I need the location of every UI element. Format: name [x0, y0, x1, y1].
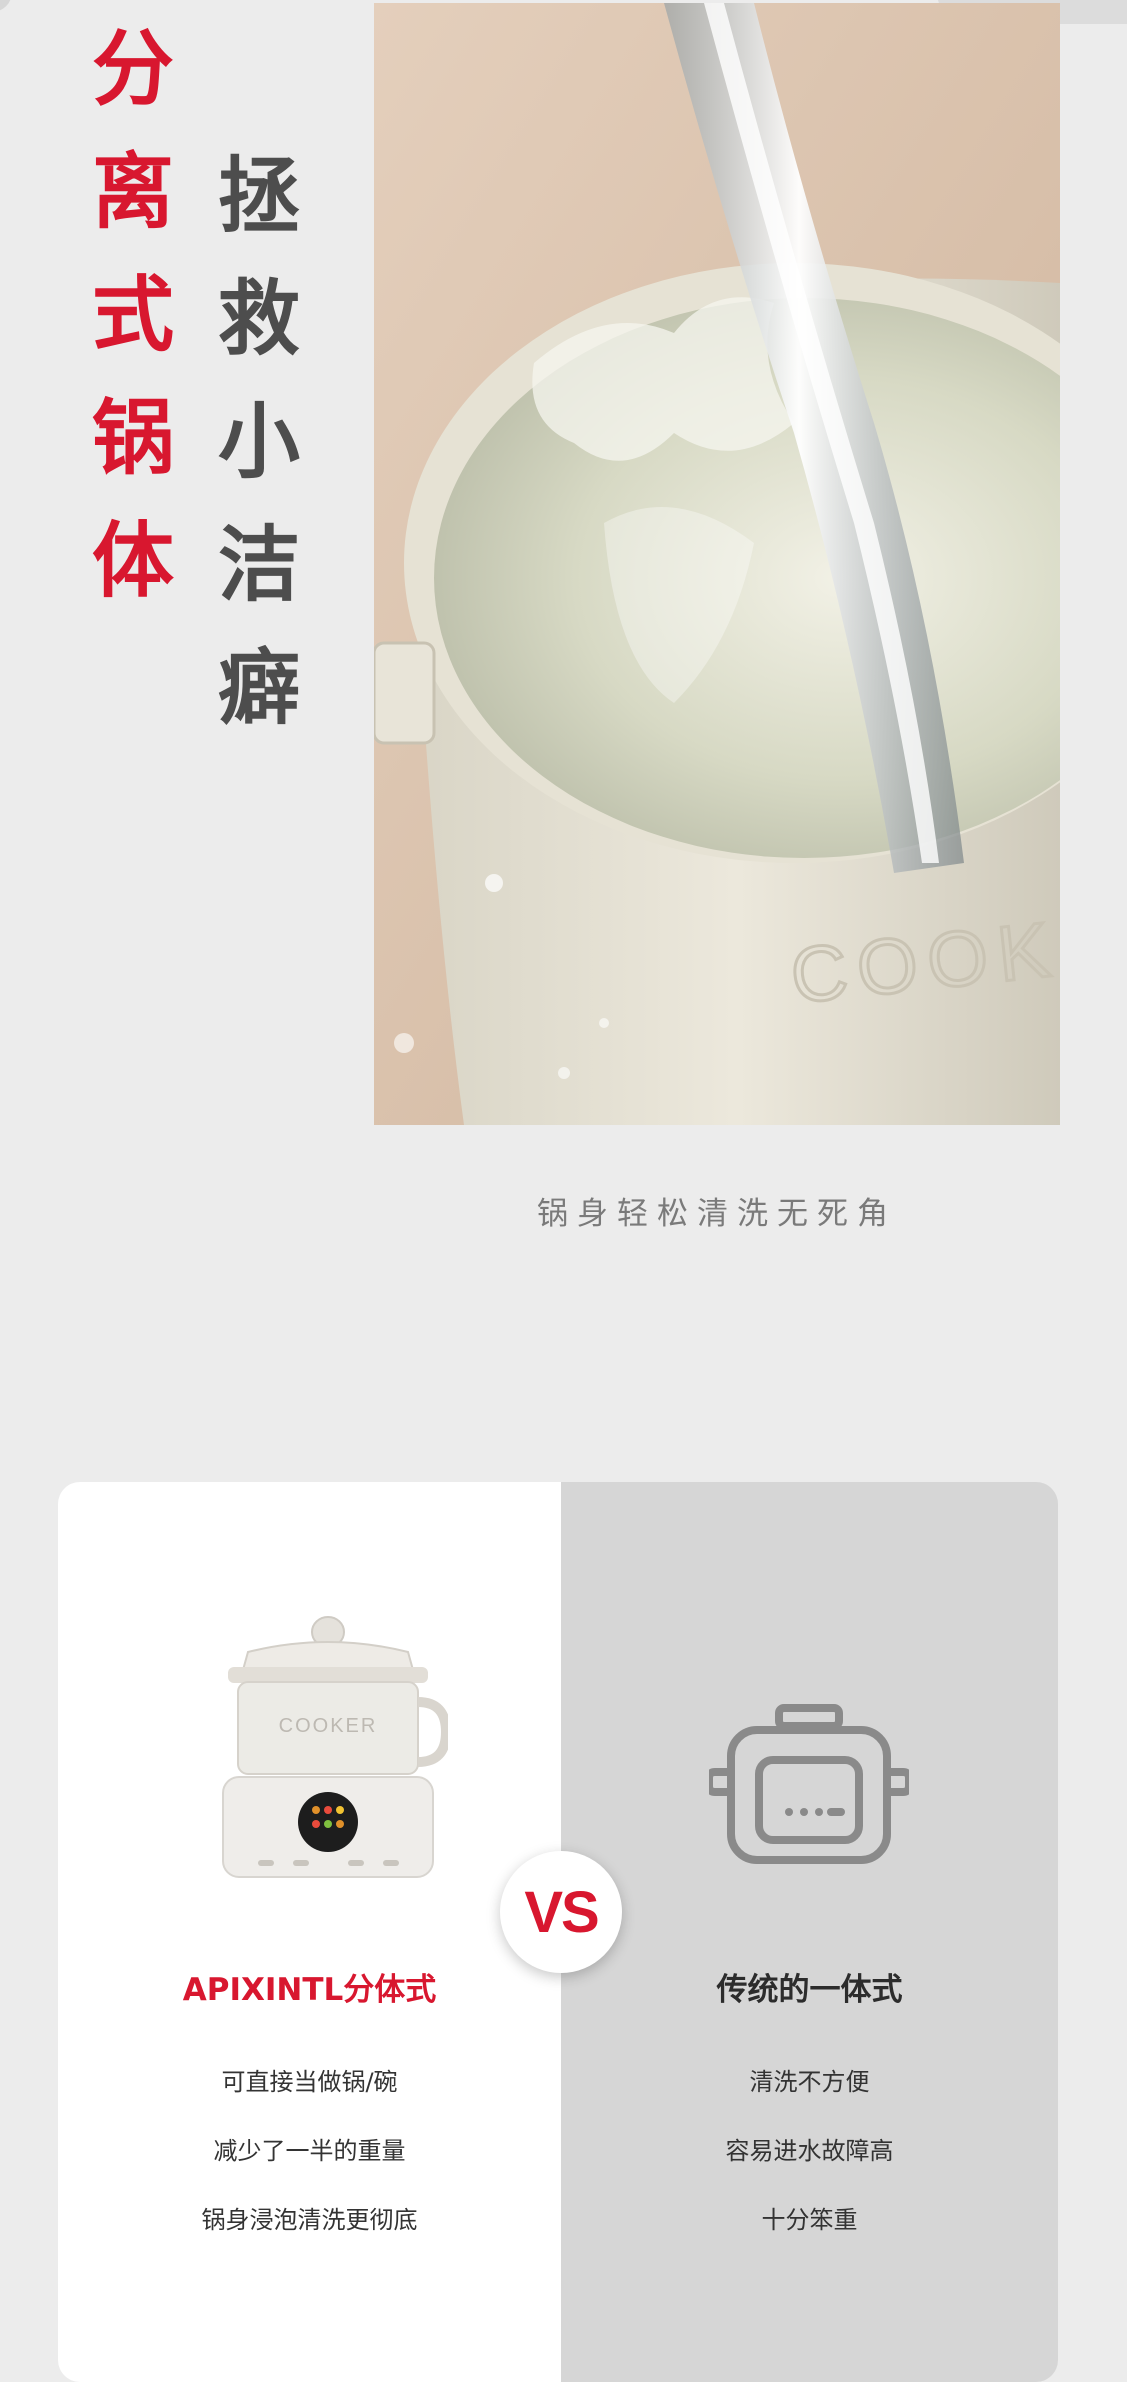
- product-photo: COOKS: [374, 3, 1060, 1125]
- vs-badge: VS: [500, 1851, 622, 1973]
- headline-gray-column: 拯 救 小 洁 癖: [214, 135, 304, 750]
- left-title: APIXINTL分体式: [182, 1972, 437, 2008]
- headline-char: 救: [217, 272, 300, 367]
- vs-label: VS: [524, 1879, 599, 1945]
- feature-item: 清洗不方便: [749, 2068, 870, 2096]
- comparison-right-panel: 传统的一体式 清洗不方便 容易进水故障高 十分笨重: [561, 1482, 1058, 2382]
- comparison-left-panel: COOKER APIXINTL分体式 可直接当做锅/碗 减少了一半的重量 锅身浸…: [58, 1482, 561, 2382]
- feature-item: 十分笨重: [761, 2206, 858, 2234]
- headline-char: 式: [91, 268, 174, 363]
- headline-char: 锅: [91, 391, 174, 486]
- headline-char: 洁: [217, 518, 300, 613]
- right-title: 传统的一体式: [716, 1972, 903, 2008]
- pot-water-illustration: COOKS: [374, 3, 1060, 1125]
- headline-char: 分: [91, 22, 174, 117]
- headline-char: 体: [91, 514, 174, 609]
- feature-item: 减少了一半的重量: [213, 2137, 406, 2165]
- corner-decoration: [0, 0, 12, 12]
- cooker-brand-label: COOKER: [279, 1715, 378, 1737]
- feature-item: 锅身浸泡清洗更彻底: [201, 2206, 418, 2234]
- right-features-list: 清洗不方便 容易进水故障高 十分笨重: [561, 2062, 1058, 2269]
- split-cooker-icon: COOKER: [222, 1616, 448, 1878]
- headline-char: 癖: [217, 641, 300, 736]
- headline-char: 拯: [217, 149, 300, 244]
- photo-caption: 锅身轻松清洗无死角: [537, 1196, 897, 1232]
- headline-red-column: 分 离 式 锅 体: [88, 8, 178, 623]
- headline-char: 小: [217, 395, 300, 490]
- left-features-list: 可直接当做锅/碗 减少了一半的重量 锅身浸泡清洗更彻底: [58, 2062, 561, 2269]
- traditional-cooker-icon: [709, 1704, 909, 1864]
- feature-item: 容易进水故障高: [725, 2137, 894, 2165]
- headline-char: 离: [91, 145, 174, 240]
- feature-item: 可直接当做锅/碗: [221, 2068, 398, 2096]
